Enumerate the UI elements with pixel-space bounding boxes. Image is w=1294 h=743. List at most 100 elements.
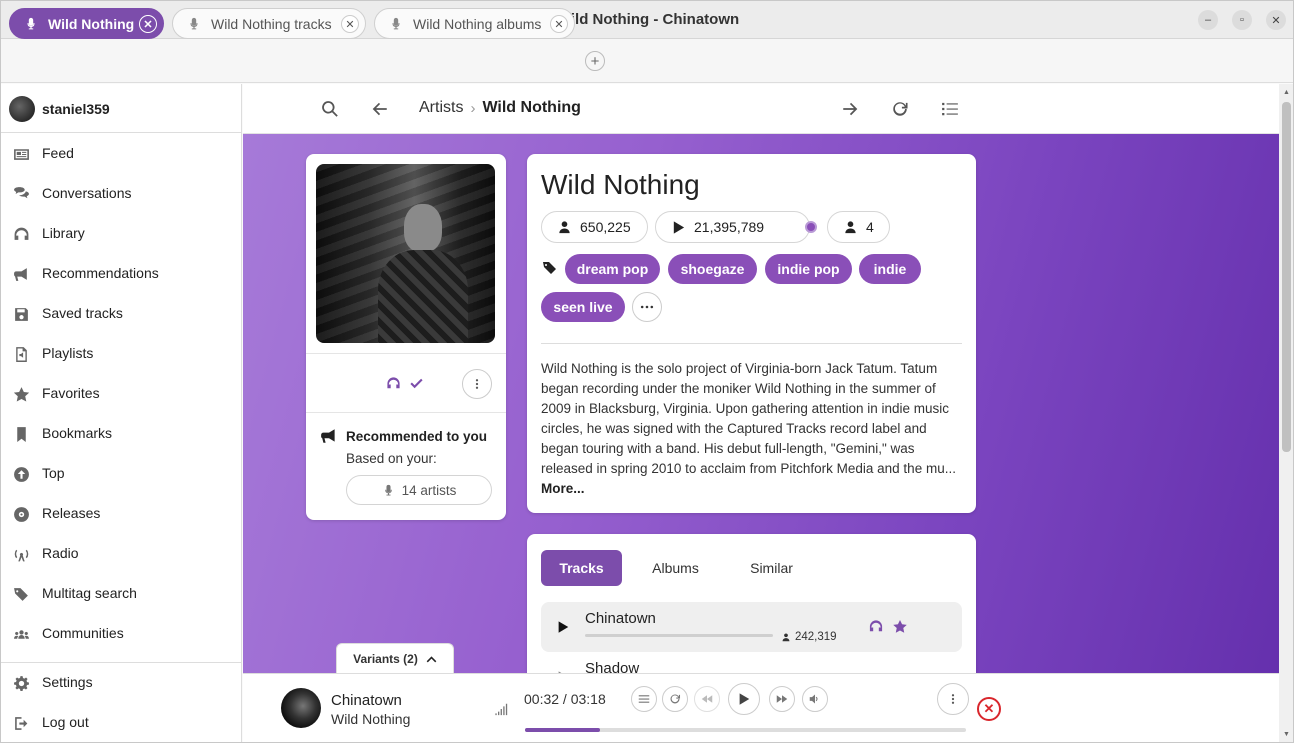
sidebar-item-label: Conversations — [42, 185, 132, 201]
tag-indie-pop[interactable]: indie pop — [765, 254, 852, 284]
check-icon — [410, 378, 423, 389]
scroll-up-icon[interactable]: ▲ — [1283, 89, 1290, 96]
sidebar-item-multitag-search[interactable]: Multitag search — [1, 574, 241, 614]
sidebar-item-library[interactable]: Library — [1, 214, 241, 254]
tab-similar[interactable]: Similar — [735, 550, 808, 586]
minimize-button[interactable]: – — [1198, 10, 1218, 30]
player-time: 00:32 / 03:18 — [524, 691, 606, 707]
play-pause-button[interactable] — [728, 683, 760, 715]
sidebar-item-label: Settings — [42, 674, 93, 690]
close-tab-button[interactable]: ✕ — [341, 15, 359, 33]
recommendation-title: Recommended to you — [346, 429, 488, 444]
headphones-icon — [869, 620, 883, 632]
recommended-artists-button[interactable]: 14 artists — [346, 475, 492, 505]
new-tab-button[interactable]: + — [585, 51, 605, 71]
player-artist-name[interactable]: Wild Nothing — [331, 711, 410, 727]
equalizer-button[interactable] — [631, 686, 657, 712]
previous-button[interactable] — [694, 686, 720, 712]
microphone-icon — [190, 17, 198, 29]
bio-more-link[interactable]: More... — [541, 481, 585, 496]
sidebar-item-communities[interactable]: Communities — [1, 614, 241, 654]
app-window: Wild Nothing - Chinatown – ▫ ✕ Wild Noth… — [0, 0, 1294, 743]
tag-dream-pop[interactable]: dream pop — [565, 254, 660, 284]
refresh-icon[interactable] — [891, 100, 909, 118]
close-player-button[interactable]: ✕ — [977, 697, 1001, 721]
sidebar-item-playlists[interactable]: Playlists — [1, 334, 241, 374]
close-tab-button[interactable]: ✕ — [550, 15, 568, 33]
tag-shoegaze[interactable]: shoegaze — [668, 254, 757, 284]
tracks-card: Tracks Albums Similar Chinatown 242,319 … — [527, 534, 976, 694]
followers-count: 4 — [827, 211, 890, 243]
maximize-button[interactable]: ▫ — [1232, 10, 1252, 30]
chevron-right-icon: › — [470, 99, 476, 117]
sidebar-item-feed[interactable]: Feed — [1, 134, 241, 174]
repeat-icon — [670, 694, 681, 704]
logout-icon — [15, 717, 28, 730]
page-scrollbar[interactable]: ▲ ▼ — [1279, 84, 1293, 742]
sidebar-item-top[interactable]: Top — [1, 454, 241, 494]
player-track-title[interactable]: Chinatown — [331, 692, 402, 709]
player-bar: Chinatown Wild Nothing 00:32 / 03:18 ✕ — [243, 673, 1279, 742]
tag-seen-live[interactable]: seen live — [541, 292, 625, 322]
tab-wild-nothing-tracks[interactable]: Wild Nothing tracks ✕ — [172, 8, 366, 39]
tab-tracks[interactable]: Tracks — [541, 550, 622, 586]
player-progress-bar[interactable] — [525, 728, 966, 732]
sidebar-item-bookmarks[interactable]: Bookmarks — [1, 414, 241, 454]
close-tab-button[interactable]: ✕ — [139, 15, 157, 33]
track-listeners: 242,319 — [795, 631, 837, 643]
microphone-icon — [392, 17, 400, 29]
bio-text: Wild Nothing is the solo project of Virg… — [541, 361, 956, 476]
tab-wild-nothing[interactable]: Wild Nothing ✕ — [9, 8, 164, 39]
artist-bio: Wild Nothing is the solo project of Virg… — [541, 359, 963, 499]
user-icon — [559, 220, 570, 233]
sidebar-item-conversations[interactable]: Conversations — [1, 174, 241, 214]
variants-toggle[interactable]: Variants (2) — [336, 643, 454, 674]
list-icon[interactable] — [941, 100, 959, 118]
artist-image-card: Recommended to you Based on your: 14 art… — [306, 154, 506, 520]
bullhorn-icon — [14, 268, 27, 281]
artist-options-button[interactable] — [462, 369, 492, 399]
player-artwork[interactable] — [281, 688, 321, 728]
track-row[interactable]: Chinatown 242,319 — [541, 602, 962, 652]
sidebar-item-radio[interactable]: Radio — [1, 534, 241, 574]
close-window-button[interactable]: ✕ — [1266, 10, 1286, 30]
navigation-toolbar: Artists › Wild Nothing — [243, 84, 1279, 134]
play-icon — [739, 693, 750, 705]
sidebar-item-label: Bookmarks — [42, 425, 113, 441]
volume-button[interactable] — [802, 686, 828, 712]
search-icon[interactable] — [321, 100, 339, 118]
sidebar-item-label: Releases — [42, 505, 101, 521]
scroll-down-icon[interactable]: ▼ — [1283, 731, 1290, 738]
sidebar-item-settings[interactable]: Settings — [1, 663, 241, 703]
bullhorn-icon — [321, 429, 335, 443]
breadcrumb-parent[interactable]: Artists — [419, 99, 463, 117]
microphone-icon — [27, 17, 35, 29]
next-button[interactable] — [769, 686, 795, 712]
tab-albums[interactable]: Albums — [637, 550, 714, 586]
sidebar-item-releases[interactable]: Releases — [1, 494, 241, 534]
scrollbar-thumb[interactable] — [1282, 102, 1291, 452]
player-options-button[interactable] — [937, 683, 969, 715]
repeat-button[interactable] — [662, 686, 688, 712]
radio-icon — [14, 549, 29, 562]
more-tags-button[interactable] — [632, 292, 662, 322]
sidebar-item-favorites[interactable]: Favorites — [1, 374, 241, 414]
user-profile[interactable]: staniel359 — [9, 96, 110, 122]
artist-name: Wild Nothing — [541, 169, 700, 200]
sidebar-item-log-out[interactable]: Log out — [1, 703, 241, 742]
back-arrow-icon[interactable] — [371, 100, 389, 118]
play-icon[interactable] — [556, 619, 570, 635]
variants-label: Variants (2) — [353, 652, 418, 666]
tab-wild-nothing-albums[interactable]: Wild Nothing albums ✕ — [374, 8, 575, 39]
headphones-icon — [387, 377, 400, 389]
sidebar-item-recommendations[interactable]: Recommendations — [1, 254, 241, 294]
tag-indie[interactable]: indie — [859, 254, 921, 284]
sidebar-item-saved-tracks[interactable]: Saved tracks — [1, 294, 241, 334]
avatar — [9, 96, 35, 122]
restore-icon: ▫ — [1240, 14, 1244, 26]
star-icon[interactable] — [892, 619, 908, 634]
play-icon — [673, 220, 685, 234]
forward-arrow-icon[interactable] — [841, 100, 859, 118]
sidebar-item-label: Recommendations — [42, 265, 159, 281]
tags-icon — [14, 588, 28, 601]
